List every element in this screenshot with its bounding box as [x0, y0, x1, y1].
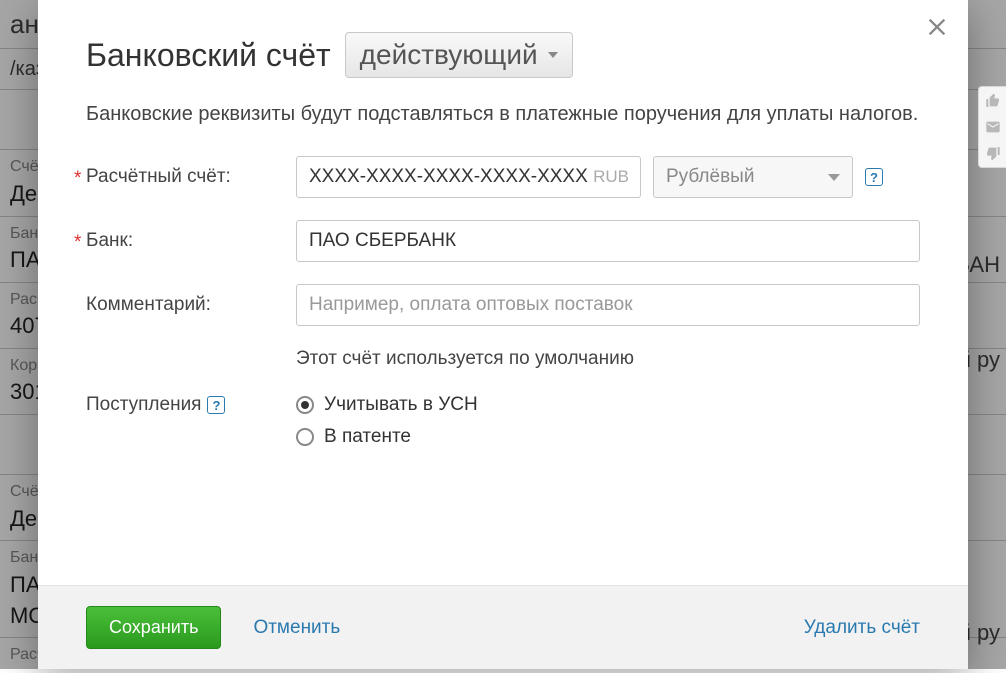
currency-select-label: Рублёвый — [666, 166, 754, 188]
status-dropdown-label: действующий — [360, 39, 538, 71]
chevron-down-icon — [828, 174, 840, 181]
close-icon — [926, 16, 948, 38]
row-account: * Расчётный счёт: RUB Рублёвый ? — [86, 156, 920, 198]
modal-footer: Сохранить Отменить Удалить счёт — [38, 585, 968, 669]
bank-account-modal: Банковский счёт действующий Банковские р… — [38, 0, 968, 669]
account-input[interactable] — [296, 156, 641, 198]
close-button[interactable] — [926, 16, 948, 43]
radio-usn[interactable]: Учитывать в УСН — [296, 394, 478, 416]
radio-patent-label: В патенте — [324, 426, 411, 448]
modal-description: Банковские реквизиты будут подставляться… — [86, 100, 920, 128]
label-comment-text: Комментарий: — [86, 294, 211, 316]
help-icon[interactable]: ? — [865, 168, 883, 186]
bank-input[interactable] — [296, 220, 920, 262]
radio-icon — [296, 396, 314, 414]
required-marker: * — [74, 168, 81, 190]
radio-patent[interactable]: В патенте — [296, 426, 478, 448]
chevron-down-icon — [548, 52, 558, 58]
save-button[interactable]: Сохранить — [86, 606, 221, 649]
income-radio-group: Учитывать в УСН В патенте — [296, 394, 478, 448]
label-income-text: Поступления — [86, 394, 201, 416]
help-icon[interactable]: ? — [207, 396, 225, 414]
delete-account-button[interactable]: Удалить счёт — [804, 617, 920, 639]
label-account: * Расчётный счёт: — [86, 166, 296, 188]
radio-icon — [296, 428, 314, 446]
radio-usn-label: Учитывать в УСН — [324, 394, 478, 416]
modal-title: Банковский счёт — [86, 37, 331, 74]
cancel-button[interactable]: Отменить — [253, 617, 340, 639]
feedback-tab[interactable] — [978, 86, 1006, 168]
required-marker: * — [74, 232, 81, 254]
label-comment: Комментарий: — [86, 294, 296, 316]
label-bank-text: Банк: — [86, 230, 133, 252]
mail-icon — [985, 119, 1001, 135]
thumbs-down-icon — [985, 145, 1001, 161]
default-account-note: Этот счёт используется по умолчанию — [296, 348, 920, 370]
label-bank: * Банк: — [86, 230, 296, 252]
status-dropdown[interactable]: действующий — [345, 32, 573, 78]
modal-title-row: Банковский счёт действующий — [86, 32, 920, 78]
row-income: Поступления ? Учитывать в УСН В патенте — [86, 394, 920, 448]
comment-input[interactable] — [296, 284, 920, 326]
currency-select[interactable]: Рублёвый — [653, 156, 853, 198]
row-comment: Комментарий: — [86, 284, 920, 326]
row-bank: * Банк: — [86, 220, 920, 262]
thumbs-up-icon — [985, 93, 1001, 109]
label-income: Поступления ? — [86, 394, 296, 416]
label-account-text: Расчётный счёт: — [86, 166, 231, 188]
